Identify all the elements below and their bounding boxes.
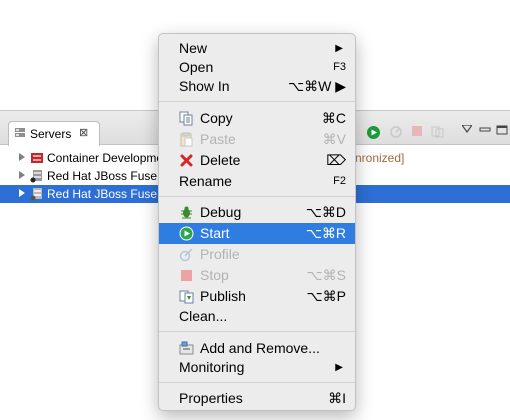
menu-item-label: Paste [200, 131, 236, 147]
stop-icon [181, 270, 192, 281]
submenu-arrow-icon: ▶ [335, 43, 343, 54]
close-icon[interactable]: ⊠ [79, 126, 88, 139]
server-icon [30, 170, 42, 183]
menu-item-label: Stop [200, 267, 229, 283]
menu-item-label: Monitoring [179, 359, 245, 375]
menu-item-shortcut: ⌥⌘W ▶ [287, 78, 346, 94]
menu-separator [159, 196, 355, 197]
menu-item-label: Add and Remove... [200, 340, 320, 356]
expand-icon[interactable] [19, 171, 25, 179]
expand-icon[interactable] [19, 189, 25, 197]
server-label: Container Developme [47, 151, 164, 165]
menu-item-stop: Stop ⌥⌘S [159, 265, 355, 286]
menu-item-paste: Paste ⌘V [159, 129, 355, 150]
menu-item-shortcut: ⌘C [321, 110, 346, 126]
menu-item-rename[interactable]: Rename F2 [159, 171, 355, 192]
menu-item-show-in[interactable]: Show In ⌥⌘W ▶ [159, 76, 355, 97]
context-menu: New ▶ Open F3 Show In ⌥⌘W ▶ Copy ⌘C Past… [158, 33, 356, 411]
stop-server-icon [412, 126, 422, 136]
menu-item-shortcut: ⌥⌘R [305, 225, 346, 241]
menu-item-label: Properties [179, 390, 243, 406]
menu-item-monitoring[interactable]: Monitoring ▶ [159, 357, 355, 378]
menu-item-copy[interactable]: Copy ⌘C [159, 108, 355, 129]
publish-icon [179, 290, 194, 304]
menu-item-shortcut: ⌥⌘S [306, 267, 346, 283]
publish-server-icon [431, 126, 444, 138]
menu-item-label: Clean... [179, 308, 228, 324]
menu-item-label: Debug [200, 204, 242, 220]
menu-item-label: Show In [179, 78, 230, 94]
menu-item-shortcut: ⌥⌘P [306, 288, 346, 304]
menu-separator [159, 382, 355, 383]
server-label: Red Hat JBoss Fuse 6 [47, 169, 168, 183]
submenu-arrow-icon: ▶ [335, 362, 343, 373]
menu-item-label: Start [200, 225, 230, 241]
server-icon [30, 188, 42, 201]
menu-item-label: Delete [200, 152, 241, 168]
menu-separator [159, 101, 355, 102]
servers-icon [15, 128, 25, 137]
paste-icon [180, 132, 193, 147]
menu-item-label: New [179, 40, 208, 56]
menu-item-shortcut: ⌥⌘D [305, 204, 346, 220]
minimize-icon[interactable] [479, 125, 491, 135]
menu-item-label: Publish [200, 288, 246, 304]
copy-icon [179, 111, 193, 126]
menu-item-clean[interactable]: Clean... [159, 306, 355, 327]
server-label: Red Hat JBoss Fuse 7 [47, 187, 168, 201]
menu-item-publish[interactable]: Publish ⌥⌘P [159, 286, 355, 307]
menu-item-open[interactable]: Open F3 [159, 57, 355, 78]
menu-item-debug[interactable]: Debug ⌥⌘D [159, 202, 355, 223]
menu-item-profile: Profile [159, 244, 355, 265]
menu-item-shortcut: F3 [333, 61, 346, 73]
menu-item-start[interactable]: Start ⌥⌘R [159, 223, 355, 244]
profile-icon [179, 248, 193, 262]
menu-item-label: Rename [179, 173, 232, 189]
container-server-icon [31, 153, 43, 163]
delete-icon [180, 154, 193, 167]
menu-item-shortcut: ⌘I [328, 390, 346, 406]
add-remove-icon [179, 341, 194, 355]
menu-item-new[interactable]: New ▶ [159, 38, 355, 59]
maximize-icon[interactable] [496, 125, 508, 135]
menu-item-shortcut: ⌦ [326, 152, 346, 168]
expand-icon[interactable] [19, 153, 25, 161]
menu-item-add-remove[interactable]: Add and Remove... [159, 338, 355, 359]
menu-item-shortcut: F2 [333, 175, 346, 187]
server-status: nronized] [355, 151, 405, 165]
tab-servers-label: Servers [30, 127, 72, 141]
view-menu-icon[interactable] [462, 125, 472, 133]
tab-servers[interactable]: Servers ⊠ [8, 121, 100, 146]
menu-item-shortcut: ⌘V [322, 131, 346, 147]
menu-item-properties[interactable]: Properties ⌘I [159, 388, 355, 409]
start-server-icon[interactable] [366, 125, 381, 140]
run-icon [179, 226, 194, 241]
menu-item-label: Open [179, 59, 214, 75]
menu-item-label: Copy [200, 110, 233, 126]
profile-server-icon [390, 126, 402, 138]
menu-item-delete[interactable]: Delete ⌦ [159, 150, 355, 171]
menu-item-label: Profile [200, 246, 240, 262]
debug-bug-icon [181, 206, 192, 219]
menu-separator [159, 331, 355, 332]
